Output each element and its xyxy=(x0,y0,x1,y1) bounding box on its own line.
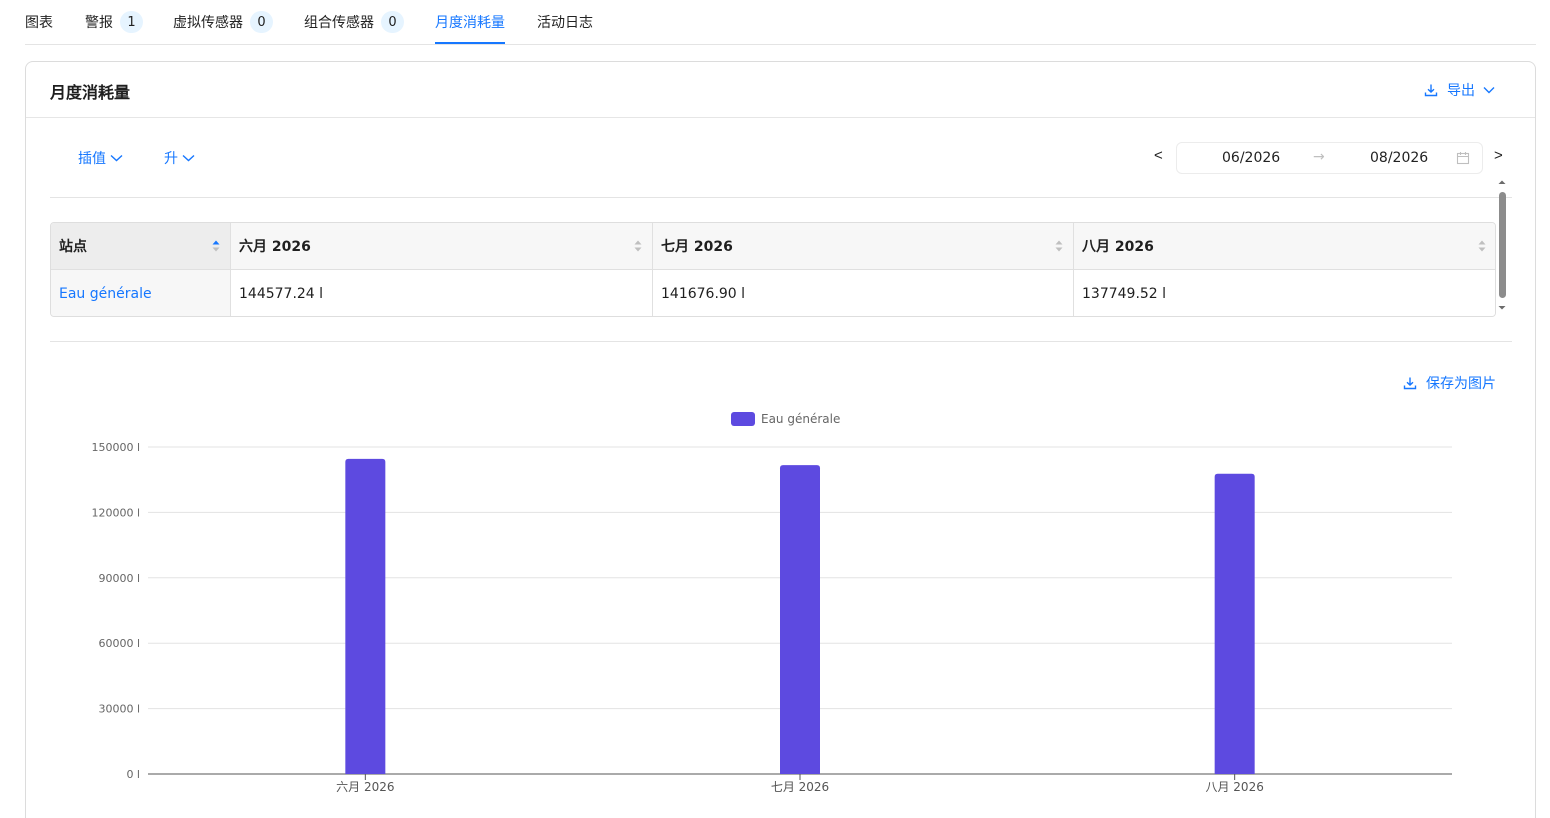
bar xyxy=(1214,473,1255,774)
column-header-label: 站点 xyxy=(59,239,87,255)
tab-label: 组合传感器 xyxy=(304,15,374,31)
column-header-label: 七月 2026 xyxy=(661,239,733,255)
count-badge: 0 xyxy=(381,11,404,33)
tab-monthly-consumption[interactable]: 月度消耗量 xyxy=(435,10,505,34)
tab-label: 图表 xyxy=(25,15,53,31)
legend-label: Eau générale xyxy=(761,412,840,426)
tab-alerts[interactable]: 警报 1 xyxy=(85,10,143,34)
table-cell: 137749.52 l xyxy=(1074,270,1495,316)
consumption-table: 站点 六月 2026 七月 2026 八月 2026 Eau générale … xyxy=(50,222,1496,317)
y-tick-label: 90000 l xyxy=(98,572,140,585)
column-header-june[interactable]: 六月 2026 xyxy=(231,223,653,270)
sort-order-label: 升 xyxy=(164,151,178,167)
y-tick-label: 60000 l xyxy=(98,637,140,650)
next-period-button[interactable]: > xyxy=(1494,147,1503,164)
active-tab-indicator xyxy=(435,42,505,44)
site-link[interactable]: Eau générale xyxy=(51,270,231,316)
bar xyxy=(780,465,820,774)
sort-icon xyxy=(1478,240,1486,252)
column-header-label: 八月 2026 xyxy=(1082,239,1154,255)
table-scrollbar[interactable] xyxy=(1496,178,1508,314)
count-badge: 0 xyxy=(250,11,273,33)
calendar-icon xyxy=(1456,152,1470,165)
month-range-picker[interactable]: 06/2026 → 08/2026 xyxy=(1176,142,1483,174)
legend-swatch xyxy=(731,412,755,426)
divider xyxy=(50,341,1512,342)
scrollbar-thumb[interactable] xyxy=(1499,192,1506,298)
range-separator-icon: → xyxy=(1313,149,1325,165)
card-title: 月度消耗量 xyxy=(50,83,131,102)
sort-icon xyxy=(634,240,642,252)
export-button[interactable]: 导出 xyxy=(1424,80,1504,100)
tab-chart[interactable]: 图表 xyxy=(25,10,53,34)
previous-period-button[interactable]: < xyxy=(1154,147,1163,164)
divider xyxy=(50,197,1512,198)
y-tick-label: 120000 l xyxy=(91,506,140,519)
table-cell: 144577.24 l xyxy=(231,270,653,316)
y-tick-label: 30000 l xyxy=(98,703,140,716)
sort-order-dropdown[interactable]: 升 xyxy=(164,148,195,168)
sort-icon xyxy=(1055,240,1063,252)
tab-combined-sensors[interactable]: 组合传感器 0 xyxy=(304,10,404,34)
save-as-image-button[interactable]: 保存为图片 xyxy=(1403,373,1496,393)
download-icon xyxy=(1424,84,1438,97)
sort-ascending-icon xyxy=(212,240,220,252)
column-header-site[interactable]: 站点 xyxy=(51,223,231,270)
chevron-down-icon xyxy=(1483,87,1495,94)
bar xyxy=(345,458,386,774)
column-header-july[interactable]: 七月 2026 xyxy=(653,223,1074,270)
column-header-august[interactable]: 八月 2026 xyxy=(1074,223,1495,270)
scroll-up-icon[interactable] xyxy=(1496,178,1508,186)
tab-label: 月度消耗量 xyxy=(435,15,505,31)
download-icon xyxy=(1403,377,1417,390)
chevron-down-icon xyxy=(182,154,195,162)
table-cell: 141676.90 l xyxy=(653,270,1074,316)
tab-bar: 图表 警报 1 虚拟传感器 0 组合传感器 0 月度消耗量 活动日志 xyxy=(25,0,1536,45)
column-header-label: 六月 2026 xyxy=(239,239,311,255)
scroll-down-icon[interactable] xyxy=(1496,304,1508,312)
count-badge: 1 xyxy=(120,11,143,33)
range-start-input[interactable]: 06/2026 xyxy=(1222,150,1280,166)
interpolation-label: 插值 xyxy=(78,151,106,167)
tab-label: 活动日志 xyxy=(537,15,593,31)
tab-label: 虚拟传感器 xyxy=(173,15,243,31)
tab-virtual-sensors[interactable]: 虚拟传感器 0 xyxy=(173,10,273,34)
export-label: 导出 xyxy=(1447,83,1475,99)
monthly-consumption-card: 月度消耗量 导出 插值 升 < 06/2026 → 08/2026 > 站点 六… xyxy=(25,61,1536,818)
x-tick-label: 六月 2026 xyxy=(336,780,394,794)
y-tick-label: 0 l xyxy=(126,768,140,781)
interpolation-dropdown[interactable]: 插值 xyxy=(78,148,123,168)
card-header: 月度消耗量 导出 xyxy=(26,62,1535,118)
tab-activity-log[interactable]: 活动日志 xyxy=(537,10,593,34)
save-as-image-label: 保存为图片 xyxy=(1426,376,1496,392)
y-tick-label: 150000 l xyxy=(91,441,140,454)
x-tick-label: 七月 2026 xyxy=(771,780,829,794)
monthly-consumption-chart: Eau générale 0 l 30000 l 60000 l 90000 l 1200… xyxy=(91,412,1452,794)
range-end-input[interactable]: 08/2026 xyxy=(1370,150,1428,166)
x-tick-label: 八月 2026 xyxy=(1205,780,1263,794)
tab-label: 警报 xyxy=(85,15,113,31)
chevron-down-icon xyxy=(110,154,123,162)
